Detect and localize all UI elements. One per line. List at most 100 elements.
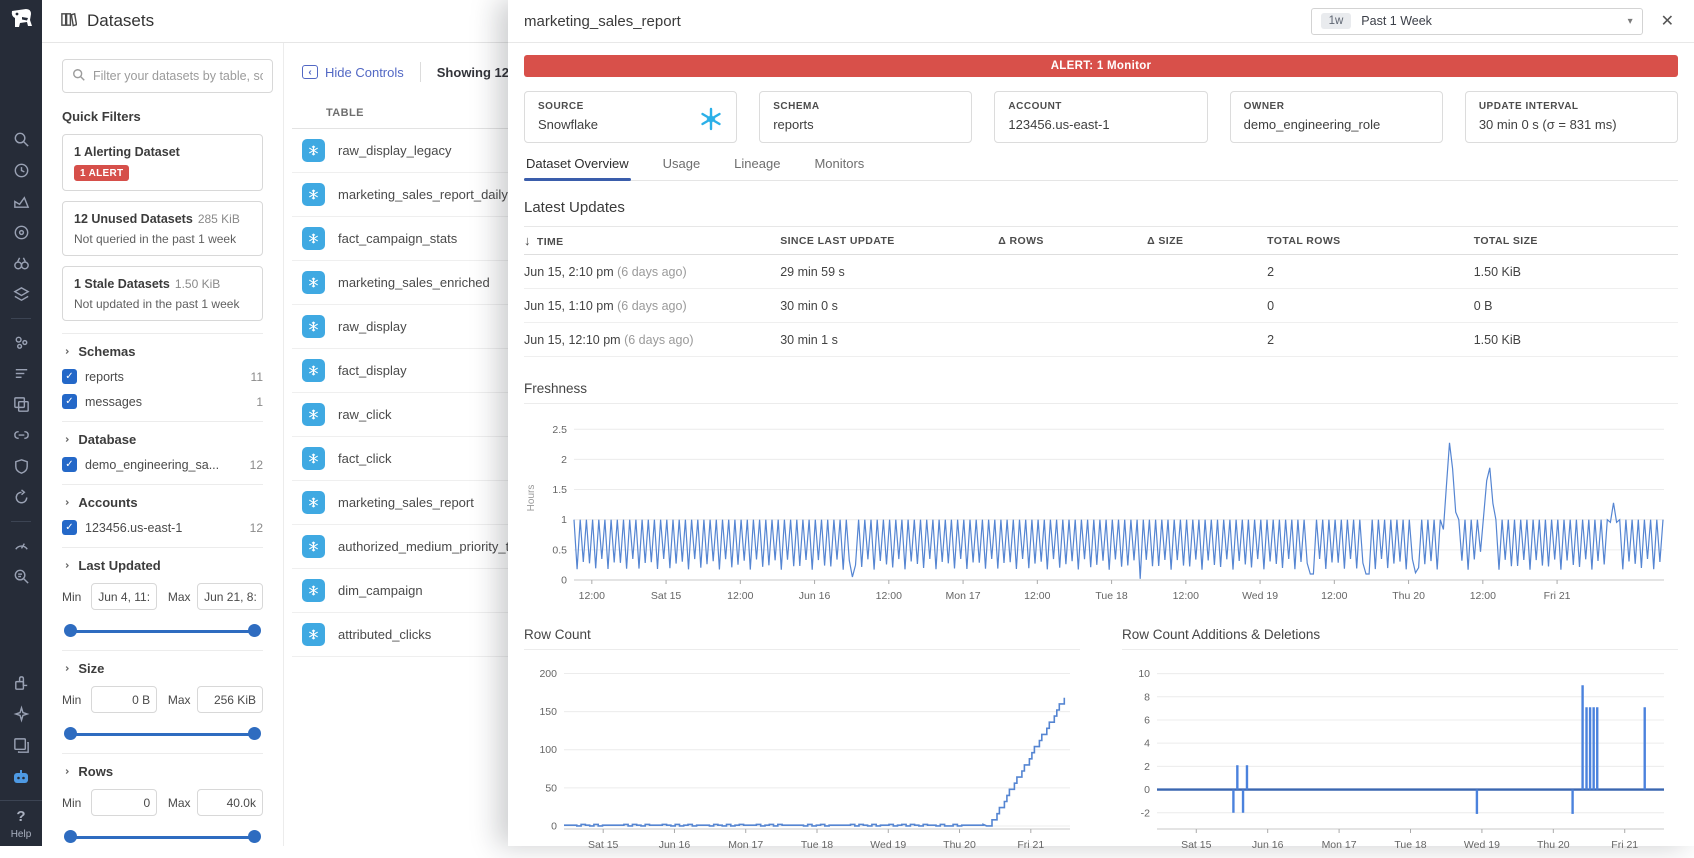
snowflake-icon <box>302 447 325 470</box>
facet-header-accounts[interactable]: ⌄Accounts <box>62 495 263 510</box>
min-label: Min <box>62 693 85 707</box>
help-button[interactable]: ? Help <box>0 800 42 840</box>
dataset-search[interactable] <box>62 59 273 93</box>
nav-item-monitors[interactable] <box>8 220 34 246</box>
svg-text:Tue 18: Tue 18 <box>1394 839 1426 851</box>
column-label: SINCE LAST UPDATE <box>780 235 895 247</box>
nav-item-metrics[interactable] <box>8 189 34 215</box>
range-header[interactable]: ⌄Size <box>62 661 263 676</box>
checkbox-checked[interactable]: ✓ <box>62 457 77 472</box>
nav-item-search[interactable] <box>8 127 34 153</box>
svg-text:0: 0 <box>561 575 567 587</box>
min-input[interactable]: 0 B <box>91 686 157 713</box>
max-input[interactable]: 256 KiB <box>197 686 263 713</box>
facet-item-name: messages <box>85 395 256 409</box>
datadog-logo-icon[interactable] <box>6 6 36 36</box>
nav-item-sparkles[interactable] <box>8 702 34 728</box>
range-slider[interactable] <box>64 830 261 844</box>
snowflake-icon <box>302 491 325 514</box>
row-count-additions-chart[interactable]: -20246810Sat 15Jun 16Mon 17Tue 18Wed 19T… <box>1122 650 1678 858</box>
svg-text:8: 8 <box>1144 691 1150 703</box>
info-card-label: OWNER <box>1244 101 1429 112</box>
svg-text:Sat 15: Sat 15 <box>1181 839 1212 851</box>
nav-item-watchdog[interactable] <box>8 251 34 277</box>
hide-controls-button[interactable]: ‹ Hide Controls <box>302 65 404 80</box>
quick-filter-card[interactable]: 12 Unused Datasets285 KiBNot queried in … <box>62 201 263 256</box>
facet-item-count: 12 <box>250 458 263 472</box>
quick-filter-card[interactable]: 1 Stale Datasets1.50 KiBNot updated in t… <box>62 266 263 321</box>
facet-item-name: demo_engineering_sa... <box>85 458 250 472</box>
nav-item-security[interactable] <box>8 454 34 480</box>
alert-banner[interactable]: ALERT: 1 Monitor <box>524 55 1678 77</box>
range-slider[interactable] <box>64 624 261 638</box>
info-card-label: SCHEMA <box>773 101 958 112</box>
checkbox-checked[interactable]: ✓ <box>62 520 77 535</box>
slider-handle-max[interactable] <box>248 624 261 637</box>
snowflake-logo-icon <box>698 106 724 135</box>
svg-text:Jun 16: Jun 16 <box>1252 839 1284 851</box>
update-row[interactable]: Jun 15, 1:10 pm (6 days ago)30 min 0 s00… <box>524 289 1678 323</box>
min-label: Min <box>62 796 85 810</box>
slider-handle-max[interactable] <box>248 830 261 843</box>
nav-item-bits-ai[interactable] <box>8 764 34 790</box>
nav-item-org[interactable] <box>8 330 34 356</box>
range-header[interactable]: ⌄Rows <box>62 764 263 779</box>
min-input[interactable]: Jun 4, 11: <box>91 583 157 610</box>
nav-item-history[interactable] <box>8 158 34 184</box>
nav-item-frames[interactable] <box>8 392 34 418</box>
row-count-chart[interactable]: 050100150200Sat 15Jun 16Mon 17Tue 18Wed … <box>524 650 1080 858</box>
nav-item-dashboards[interactable] <box>8 533 34 559</box>
freshness-section: Freshness 00.511.522.512:00Sat 1512:00Ju… <box>524 381 1678 609</box>
column-header-1[interactable]: ↓TIME <box>524 233 780 248</box>
svg-text:2.5: 2.5 <box>552 424 567 436</box>
checkbox-checked[interactable]: ✓ <box>62 394 77 409</box>
time-range-select[interactable]: 1w Past 1 Week ▾ <box>1311 8 1643 35</box>
slider-handle-max[interactable] <box>248 727 261 740</box>
range-size: ⌄SizeMin0 BMax256 KiB <box>62 650 263 741</box>
svg-text:4: 4 <box>1144 738 1150 750</box>
nav-item-sync[interactable] <box>8 485 34 511</box>
update-total-rows: 0 <box>1267 299 1474 313</box>
quick-filter-card[interactable]: 1 Alerting Dataset1 ALERT <box>62 134 263 191</box>
freshness-chart[interactable]: 00.511.522.512:00Sat 1512:00Jun 1612:00M… <box>524 404 1678 609</box>
update-row[interactable]: Jun 15, 12:10 pm (6 days ago)30 min 1 s2… <box>524 323 1678 357</box>
close-icon[interactable]: ✕ <box>1657 9 1678 33</box>
quick-filter-size: 285 KiB <box>198 212 240 226</box>
nav-item-pipelines[interactable] <box>8 361 34 387</box>
search-input[interactable] <box>93 69 263 83</box>
svg-text:2: 2 <box>561 454 567 466</box>
range-header[interactable]: ⌄Last Updated <box>62 558 263 573</box>
row-count-section: Row Count 050100150200Sat 15Jun 16Mon 17… <box>524 627 1080 858</box>
global-nav-rail: ? Help <box>0 0 42 846</box>
tab-dataset-overview[interactable]: Dataset Overview <box>524 156 631 180</box>
slider-handle-min[interactable] <box>64 624 77 637</box>
tab-usage[interactable]: Usage <box>661 156 703 180</box>
snowflake-icon <box>302 315 325 338</box>
facet-header-schemas[interactable]: ⌄Schemas <box>62 344 263 359</box>
range-slider[interactable] <box>64 727 261 741</box>
dashboards-icon <box>12 536 31 555</box>
sync-icon <box>12 488 31 507</box>
svg-text:Fri 21: Fri 21 <box>1544 590 1571 602</box>
slider-handle-min[interactable] <box>64 727 77 740</box>
svg-text:12:00: 12:00 <box>727 590 753 602</box>
range-rows: ⌄RowsMin0Max40.0k <box>62 753 263 844</box>
nav-item-integrations[interactable] <box>8 423 34 449</box>
facet-header-database[interactable]: ⌄Database <box>62 432 263 447</box>
nav-item-workspaces[interactable] <box>8 733 34 759</box>
facet-label: Database <box>78 432 136 447</box>
slider-handle-min[interactable] <box>64 830 77 843</box>
nav-item-extensions[interactable] <box>8 671 34 697</box>
tab-lineage[interactable]: Lineage <box>732 156 782 180</box>
tab-monitors[interactable]: Monitors <box>812 156 866 180</box>
checkbox-checked[interactable]: ✓ <box>62 369 77 384</box>
min-input[interactable]: 0 <box>91 789 157 816</box>
nav-item-audit[interactable] <box>8 564 34 590</box>
info-card-account: ACCOUNT123456.us-east-1 <box>994 91 1207 143</box>
nav-item-layers[interactable] <box>8 282 34 308</box>
update-row[interactable]: Jun 15, 2:10 pm (6 days ago)29 min 59 s2… <box>524 255 1678 289</box>
audit-icon <box>12 567 31 586</box>
column-label: TOTAL SIZE <box>1474 235 1538 247</box>
max-input[interactable]: 40.0k <box>197 789 263 816</box>
max-input[interactable]: Jun 21, 8: <box>197 583 263 610</box>
